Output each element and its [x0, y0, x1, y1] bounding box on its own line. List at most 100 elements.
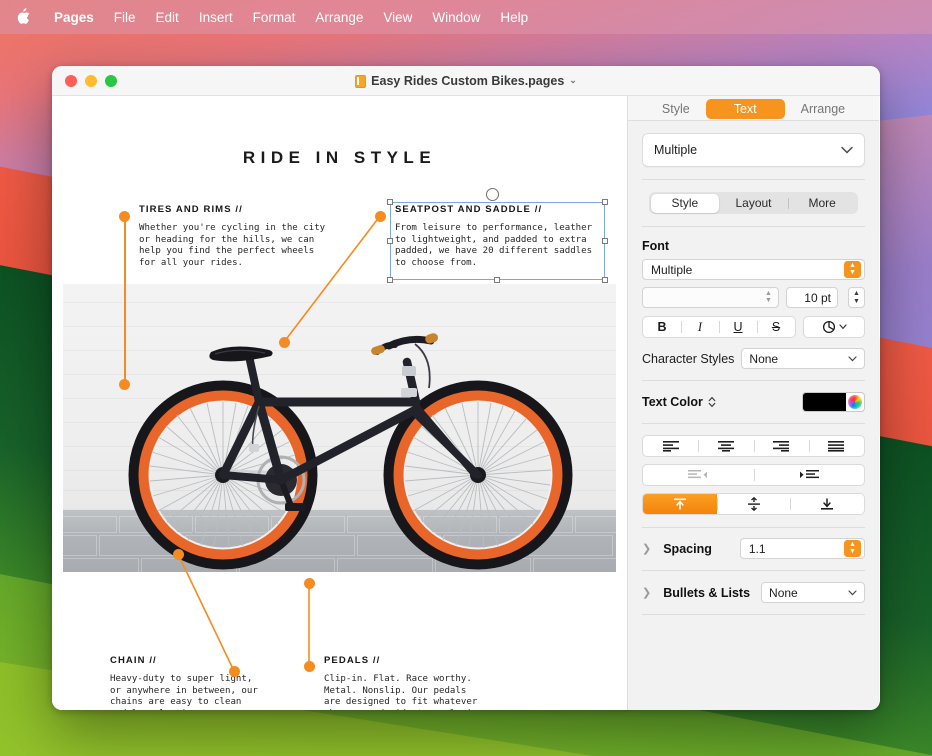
updown-chevron-icon — [708, 396, 716, 408]
menu-item-pages[interactable]: Pages — [44, 7, 104, 28]
text-indent-group — [642, 464, 865, 486]
font-size-stepper[interactable]: ▲▼ — [848, 287, 865, 308]
subtab-more[interactable]: More — [788, 194, 857, 213]
stepper-icon[interactable]: ▲▼ — [844, 261, 861, 278]
paragraph-style-value: Multiple — [654, 143, 697, 157]
resize-handle-tl[interactable] — [387, 199, 393, 205]
character-styles-value: None — [749, 352, 778, 366]
tab-arrange[interactable]: Arrange — [785, 99, 861, 119]
callout-dot-tires-bottom[interactable] — [119, 379, 130, 390]
callout-chain[interactable]: CHAIN // Heavy-duty to super light, or a… — [110, 655, 258, 710]
maximize-button[interactable] — [105, 75, 117, 87]
callout-dot-tires-top[interactable] — [119, 211, 130, 222]
bullets-label: Bullets & Lists — [663, 586, 750, 600]
callout-title-pedals: PEDALS // — [324, 655, 483, 666]
disclosure-triangle-spacing[interactable]: ❯ — [642, 542, 651, 555]
chevron-down-icon[interactable]: ⌄ — [569, 75, 577, 86]
align-top-button[interactable] — [643, 494, 717, 514]
rotate-handle[interactable] — [486, 188, 499, 201]
font-family-row: Multiple ▲▼ — [642, 259, 865, 280]
font-options-button[interactable] — [803, 316, 865, 338]
align-middle-button[interactable] — [717, 494, 791, 514]
divider — [642, 179, 865, 180]
subtab-layout[interactable]: Layout — [719, 194, 788, 213]
callout-pedals[interactable]: PEDALS // Clip-in. Flat. Race worthy. Me… — [324, 655, 483, 710]
menu-item-view[interactable]: View — [373, 7, 422, 28]
resize-handle-tr[interactable] — [602, 199, 608, 205]
font-family-value: Multiple — [651, 263, 692, 277]
window-title-bar: Easy Rides Custom Bikes.pages ⌄ — [52, 66, 880, 96]
stepper-icon[interactable]: ▲▼ — [844, 540, 861, 557]
align-left-button[interactable] — [643, 436, 698, 456]
font-size-value: 10 pt — [804, 291, 831, 305]
paragraph-style-select[interactable]: Multiple — [642, 133, 865, 167]
strikethrough-button[interactable]: S — [757, 317, 795, 337]
spacing-input[interactable]: 1.1 ▲▼ — [740, 538, 865, 559]
menu-item-edit[interactable]: Edit — [146, 7, 189, 28]
resize-handle-bm[interactable] — [494, 277, 500, 283]
text-color-swatch[interactable] — [802, 392, 846, 412]
minimize-button[interactable] — [85, 75, 97, 87]
divider — [642, 380, 865, 381]
bold-button[interactable]: B — [643, 317, 681, 337]
menu-item-help[interactable]: Help — [490, 7, 538, 28]
resize-handle-ml[interactable] — [387, 238, 393, 244]
inspector-tabs: Style Text Arrange — [628, 96, 879, 121]
color-wheel-button[interactable] — [846, 392, 865, 412]
pages-document-icon — [355, 75, 366, 88]
format-inspector: Style Text Arrange Multiple Style Lay — [628, 96, 879, 710]
divider — [642, 423, 865, 424]
close-button[interactable] — [65, 75, 77, 87]
italic-button[interactable]: I — [681, 317, 719, 337]
tab-style[interactable]: Style — [646, 99, 706, 119]
callout-dot-pedals-point[interactable] — [304, 578, 315, 589]
align-justify-button[interactable] — [809, 436, 864, 456]
document-heading[interactable]: RIDE IN STYLE — [52, 148, 627, 168]
font-typeface-select[interactable]: ▲▼ — [642, 287, 779, 308]
color-wheel-icon — [848, 395, 862, 409]
menu-item-window[interactable]: Window — [422, 7, 490, 28]
resize-handle-br[interactable] — [602, 277, 608, 283]
menu-item-insert[interactable]: Insert — [189, 7, 243, 28]
disclosure-triangle-bullets[interactable]: ❯ — [642, 586, 651, 599]
callout-dot-chain[interactable] — [229, 666, 240, 677]
menu-item-arrange[interactable]: Arrange — [305, 7, 373, 28]
font-family-select[interactable]: Multiple ▲▼ — [642, 259, 865, 280]
bicycle-photo[interactable] — [63, 284, 616, 572]
menu-item-file[interactable]: File — [104, 7, 146, 28]
spacing-row: ❯ Spacing 1.1 ▲▼ — [642, 538, 865, 559]
font-style-row: B I U S — [642, 316, 865, 338]
callout-dot-seatpost[interactable] — [375, 211, 386, 222]
increase-indent-button[interactable] — [754, 465, 865, 485]
align-bottom-button[interactable] — [790, 494, 864, 514]
text-color-label-group[interactable]: Text Color — [642, 395, 716, 409]
callout-tires-and-rims[interactable]: TIRES AND RIMS // Whether you're cycling… — [139, 204, 325, 269]
apple-logo-icon[interactable] — [0, 8, 44, 24]
menu-bar: Pages File Edit Insert Format Arrange Vi… — [0, 0, 932, 34]
subtab-style[interactable]: Style — [651, 194, 720, 213]
stepper-icon[interactable]: ▲▼ — [762, 291, 775, 304]
document-canvas[interactable]: RIDE IN STYLE — [52, 96, 628, 710]
callout-dot-chain-point[interactable] — [173, 549, 184, 560]
leader-line-tires — [124, 216, 126, 383]
character-styles-select[interactable]: None — [741, 348, 865, 369]
align-center-button[interactable] — [698, 436, 753, 456]
tab-text[interactable]: Text — [706, 99, 785, 119]
window-body: RIDE IN STYLE — [52, 96, 880, 710]
resize-handle-mr[interactable] — [602, 238, 608, 244]
font-size-input[interactable]: 10 pt — [786, 287, 838, 308]
text-box-selection[interactable] — [390, 202, 605, 280]
callout-dot-pedals[interactable] — [304, 661, 315, 672]
bullets-row: ❯ Bullets & Lists None — [642, 582, 865, 603]
decrease-indent-button[interactable] — [643, 465, 754, 485]
divider — [642, 614, 865, 615]
callout-dot-saddle-point[interactable] — [279, 337, 290, 348]
bullets-select[interactable]: None — [761, 582, 865, 603]
resize-handle-bl[interactable] — [387, 277, 393, 283]
menu-item-format[interactable]: Format — [243, 7, 306, 28]
callout-body-tires: Whether you're cycling in the city or he… — [139, 223, 325, 269]
align-right-button[interactable] — [754, 436, 809, 456]
text-subtab-segmented: Style Layout More — [649, 192, 858, 214]
font-style-buttons: B I U S — [642, 316, 796, 338]
underline-button[interactable]: U — [719, 317, 757, 337]
